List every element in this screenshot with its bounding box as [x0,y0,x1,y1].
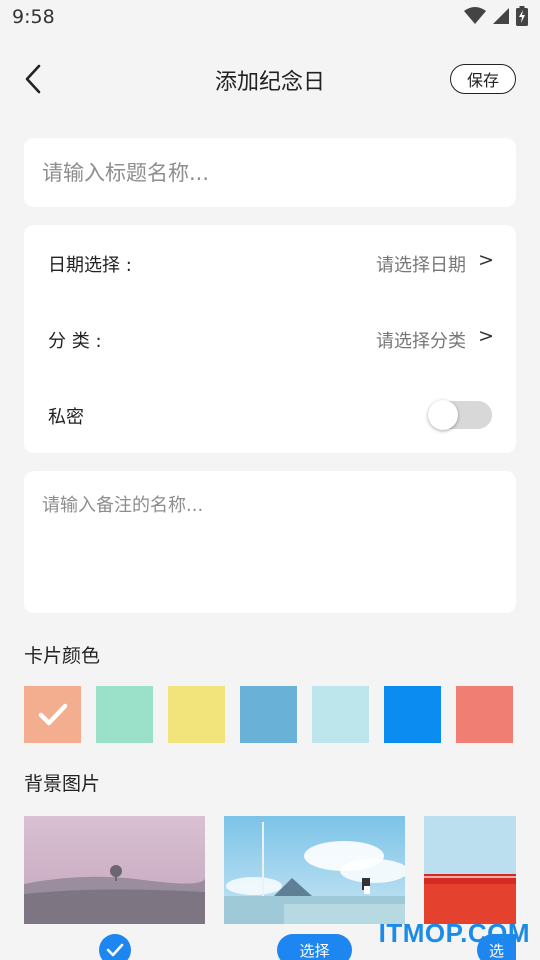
color-swatch[interactable] [384,686,441,743]
color-swatch[interactable] [312,686,369,743]
status-time: 9:58 [12,6,55,28]
app-bar: 添加纪念日 保存 [0,52,540,104]
category-select-label: 分 类 : [48,331,102,352]
date-select-value: 请选择日期 [376,255,466,276]
note-input[interactable] [42,491,498,601]
wifi-icon [464,7,486,24]
save-button[interactable]: 保存 [450,64,516,94]
background-selected-check[interactable] [99,934,131,960]
checkmark-icon [38,703,67,725]
background-select-button[interactable]: 选择 [277,934,352,960]
watermark: ITMOP.COM [378,918,530,948]
status-icons [464,6,528,26]
title-card [24,138,516,207]
private-toggle[interactable] [428,400,492,430]
chevron-right-icon: > [478,325,494,347]
signal-icon [493,8,509,24]
color-swatch[interactable] [240,686,297,743]
background-image-3[interactable] [424,816,516,924]
background-title: 背景图片 [24,773,101,795]
date-select-label: 日期选择 : [48,255,132,276]
background-image-2[interactable] [224,816,405,924]
category-select-value: 请选择分类 [376,331,466,352]
title-input[interactable] [42,138,498,207]
checkmark-icon [106,943,124,957]
color-swatch[interactable] [456,686,513,743]
category-select-row[interactable]: 分 类 : 请选择分类 > [24,301,516,377]
card-color-title: 卡片颜色 [24,645,101,667]
options-card: 日期选择 : 请选择日期 > 分 类 : 请选择分类 > 私密 [24,225,516,453]
private-label: 私密 [48,407,84,428]
status-bar: 9:58 [0,0,540,36]
date-select-row[interactable]: 日期选择 : 请选择日期 > [24,225,516,301]
color-swatch[interactable] [24,686,81,743]
background-image-1[interactable] [24,816,205,924]
color-swatch[interactable] [168,686,225,743]
color-swatches [24,686,516,743]
color-swatch[interactable] [96,686,153,743]
note-card [24,471,516,613]
battery-charging-icon [516,6,528,26]
toggle-knob [428,400,458,430]
chevron-right-icon: > [478,249,494,271]
